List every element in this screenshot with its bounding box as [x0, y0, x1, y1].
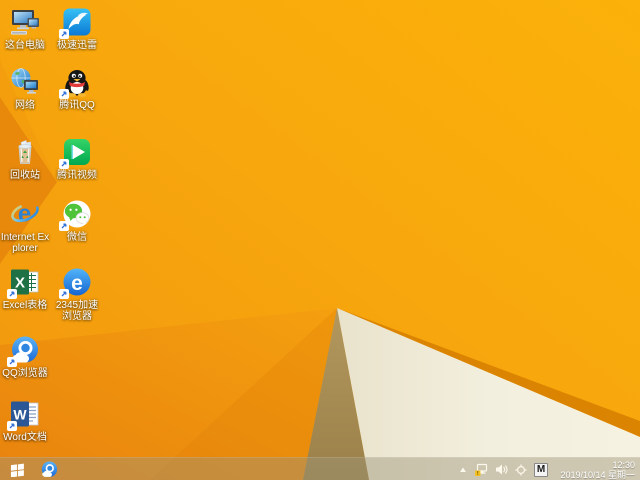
tencent-video-icon	[59, 136, 93, 169]
shortcut-arrow-icon	[59, 89, 69, 99]
shortcut-arrow-icon	[59, 221, 69, 231]
shortcut-arrow-icon	[59, 289, 69, 299]
desktop-icon-label: 腾讯视频	[57, 170, 97, 181]
xunlei-icon	[59, 6, 93, 39]
taskbar: ! M 12:30 2019/10/14 星期一	[0, 457, 640, 480]
desktop-icon-internet-explorer[interactable]: e Internet Explorer	[0, 198, 50, 255]
svg-text:e: e	[71, 272, 83, 295]
this-pc-icon	[9, 6, 41, 38]
network-status-icon[interactable]: !	[474, 463, 488, 477]
clock-date: 2019/10/14 星期一	[560, 469, 635, 480]
taskbar-clock[interactable]: 12:30 2019/10/14 星期一	[555, 460, 637, 480]
word-icon: W	[7, 398, 41, 431]
desktop-icon-2345-browser[interactable]: e 2345加速浏览器	[52, 266, 102, 322]
excel-icon: X	[7, 266, 41, 299]
desktop-icon-this-pc[interactable]: 这台电脑	[0, 6, 50, 51]
desktop-icon-label: 极速迅雷	[57, 40, 97, 51]
recycle-bin-icon	[9, 136, 41, 168]
desktop-icon-recycle-bin[interactable]: 回收站	[0, 136, 50, 181]
desktop-icon-label: 2345加速浏览器	[55, 300, 99, 322]
desktop-icon-label: QQ浏览器	[2, 368, 48, 379]
desktop-icon-label: 腾讯QQ	[59, 100, 95, 111]
desktop-icon-label: 这台电脑	[5, 40, 45, 51]
input-method-indicator[interactable]: M	[534, 462, 548, 477]
tencent-qq-icon	[59, 66, 93, 99]
desktop-icon-xunlei[interactable]: 极速迅雷	[52, 6, 102, 51]
svg-text:!: !	[477, 471, 479, 477]
desktop-icon-label: 回收站	[10, 170, 40, 181]
clock-time: 12:30	[612, 459, 635, 470]
desktop-icon-tencent-video[interactable]: 腾讯视频	[52, 136, 102, 181]
desktop-icon-label: 微信	[67, 232, 87, 243]
desktop-icon-label: Internet Explorer	[0, 232, 50, 254]
desktop-icon-label: 网络	[15, 100, 35, 111]
desktop-icon-excel[interactable]: X Excel表格	[0, 266, 50, 311]
volume-icon[interactable]	[495, 463, 508, 476]
desktop-icon-qq-browser[interactable]: QQ浏览器	[0, 334, 50, 379]
network-icon	[9, 66, 41, 98]
qq-browser-icon	[41, 460, 57, 477]
start-button[interactable]	[0, 458, 34, 480]
desktop-icon-tencent-qq[interactable]: 腾讯QQ	[52, 66, 102, 111]
system-tray: ! M 12:30 2019/10/14 星期一	[459, 458, 637, 480]
taskbar-pinned-qq-browser[interactable]	[34, 458, 64, 480]
browser-2345-icon: e	[59, 266, 93, 299]
wechat-icon	[59, 198, 93, 231]
safety-center-icon[interactable]	[515, 464, 527, 476]
shortcut-arrow-icon	[59, 159, 69, 169]
hidden-icons-chevron-icon[interactable]	[459, 466, 467, 474]
svg-text:e: e	[18, 201, 31, 228]
desktop: 这台电脑 网络 回收站 e Internet Explorer X Excel表…	[0, 0, 640, 480]
shortcut-arrow-icon	[7, 357, 17, 367]
desktop-icon-word[interactable]: W Word文档	[0, 398, 50, 443]
internet-explorer-icon: e	[9, 198, 41, 230]
desktop-icon-network[interactable]: 网络	[0, 66, 50, 111]
shortcut-arrow-icon	[7, 289, 17, 299]
desktop-icon-label: Excel表格	[2, 300, 48, 311]
shortcut-arrow-icon	[59, 29, 69, 39]
windows-logo-icon	[10, 463, 24, 477]
shortcut-arrow-icon	[7, 421, 17, 431]
qq-browser-icon	[7, 334, 41, 367]
desktop-icon-wechat[interactable]: 微信	[52, 198, 102, 243]
desktop-icon-label: Word文档	[3, 432, 47, 443]
